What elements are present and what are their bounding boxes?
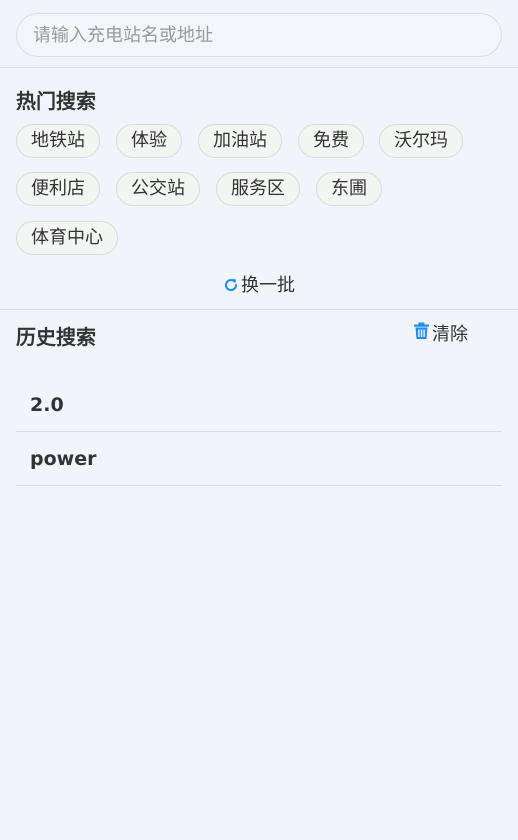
hot-tag[interactable]: 地铁站 bbox=[16, 124, 100, 158]
hot-tag[interactable]: 沃尔玛 bbox=[379, 124, 463, 158]
hot-tag[interactable]: 服务区 bbox=[216, 172, 300, 206]
refresh-label: 换一批 bbox=[241, 275, 295, 296]
refresh-icon bbox=[223, 277, 239, 298]
trash-icon bbox=[413, 322, 430, 345]
search-bar bbox=[16, 13, 502, 57]
hot-tag[interactable]: 便利店 bbox=[16, 172, 100, 206]
search-input[interactable] bbox=[16, 13, 502, 57]
hot-tag[interactable]: 免费 bbox=[298, 124, 364, 158]
search-page: 热门搜索 地铁站 体验 加油站 免费 沃尔玛 便利店 公交站 服务区 东圃 体育… bbox=[0, 0, 518, 840]
clear-history-button[interactable]: 清除 bbox=[413, 320, 468, 346]
hot-tag[interactable]: 东圃 bbox=[316, 172, 382, 206]
hot-tag[interactable]: 公交站 bbox=[116, 172, 200, 206]
clear-label: 清除 bbox=[432, 324, 468, 345]
divider bbox=[0, 309, 518, 310]
hot-tag[interactable]: 加油站 bbox=[198, 124, 282, 158]
refresh-button[interactable]: 换一批 bbox=[0, 271, 518, 298]
history-item[interactable]: 2.0 bbox=[16, 378, 502, 432]
divider bbox=[0, 67, 518, 68]
hot-tag[interactable]: 体验 bbox=[116, 124, 182, 158]
history-item[interactable]: power bbox=[16, 432, 502, 486]
hot-tag[interactable]: 体育中心 bbox=[16, 221, 118, 255]
history-search-title: 历史搜索 bbox=[16, 325, 96, 349]
hot-search-title: 热门搜索 bbox=[16, 89, 96, 113]
